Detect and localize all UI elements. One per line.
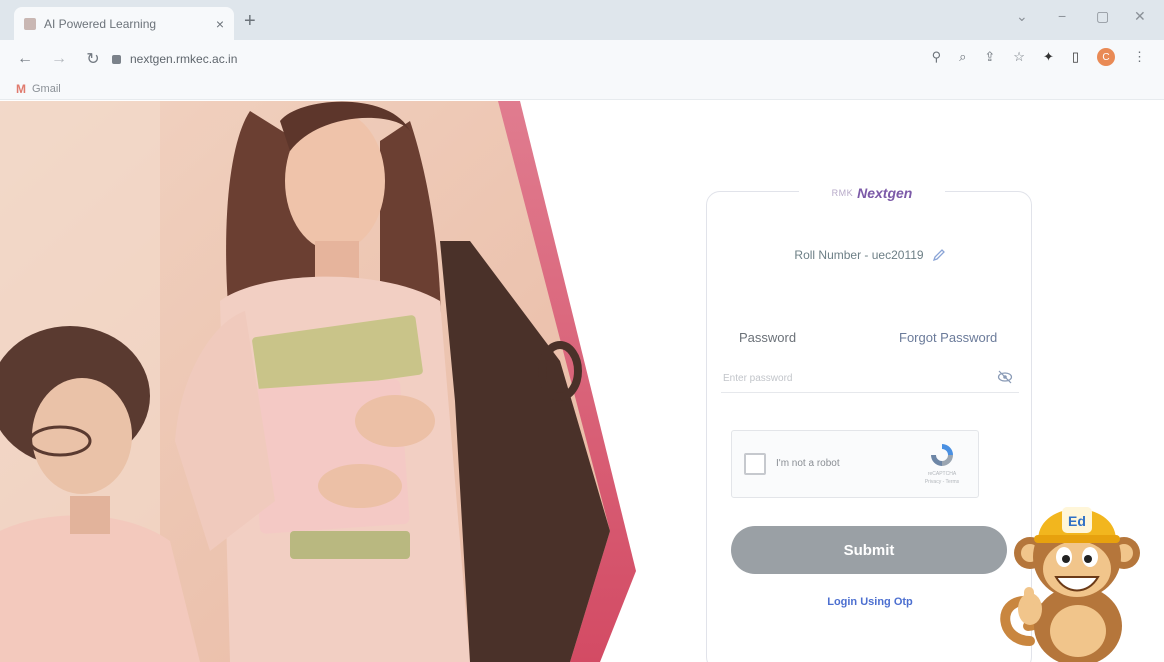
maximize-icon[interactable]: ▢ [1096,8,1109,25]
forward-arrow-icon[interactable]: → [50,50,68,68]
brand-prefix: RMK [831,188,854,198]
submit-button[interactable]: Submit [731,526,1007,574]
toolbar-actions: ⚲ ⌕ ⇪ ☆ ✦ ▯ C ⋮ [932,48,1146,66]
roll-number-row: Roll Number - uec20119 [707,248,1033,262]
bookmarks-bar: M Gmail [0,78,1164,100]
password-input[interactable] [721,365,1019,393]
recaptcha-widget: I'm not a robot reCAPTCHA Privacy - Term… [731,430,979,498]
page-content: RMK Nextgen Roll Number - uec20119 Passw… [0,101,1164,662]
roll-number-text: Roll Number - uec20119 [794,248,924,262]
star-icon[interactable]: ☆ [1013,49,1025,65]
recaptcha-logo-icon [931,444,953,466]
sidebar-icon[interactable]: ▯ [1072,49,1079,65]
recaptcha-label: I'm not a robot [776,458,840,469]
share-icon[interactable]: ⇪ [984,49,995,65]
recaptcha-terms[interactable]: Privacy - Terms [918,479,966,485]
forgot-password-link[interactable]: Forgot Password [899,330,997,345]
extensions-icon[interactable]: ✦ [1043,49,1054,65]
zoom-icon[interactable]: ⚲ [932,49,942,65]
bookmark-gmail[interactable]: Gmail [32,83,61,95]
reload-icon[interactable]: ↻ [84,49,102,69]
back-arrow-icon[interactable]: ← [16,50,34,68]
minimize-icon[interactable]: − [1058,8,1066,24]
profile-avatar[interactable]: C [1097,48,1115,66]
tab-search-icon[interactable]: ⌄ [1016,8,1028,25]
search-icon[interactable]: ⌕ [959,49,966,65]
browser-tabstrip: AI Powered Learning × + ⌄ − ▢ ✕ [0,0,1164,40]
browser-toolbar: ← → ↻ nextgen.rmkec.ac.in ⚲ ⌕ ⇪ ☆ ✦ ▯ C … [0,40,1164,78]
hero-image [0,101,636,662]
brand-logo: RMK Nextgen [799,180,945,206]
mascot-badge: Ed [1068,513,1086,529]
gmail-icon: M [16,81,26,96]
menu-icon[interactable]: ⋮ [1133,49,1146,65]
browser-tab[interactable]: AI Powered Learning × [14,7,234,40]
tab-close-icon[interactable]: × [216,16,224,32]
monkey-mascot[interactable]: Ed [1000,491,1150,662]
login-otp-link[interactable]: Login Using Otp [707,596,1033,608]
brand-name: Nextgen [857,185,913,201]
new-tab-icon[interactable]: + [244,10,256,33]
recaptcha-checkbox[interactable] [744,453,766,475]
favicon-icon [24,17,36,30]
login-card: RMK Nextgen Roll Number - uec20119 Passw… [706,180,1033,662]
tab-title: AI Powered Learning [44,16,157,31]
eye-slash-icon[interactable] [997,370,1013,384]
address-bar[interactable]: nextgen.rmkec.ac.in [112,46,237,72]
close-window-icon[interactable]: ✕ [1134,8,1146,25]
lock-icon[interactable] [112,54,121,64]
password-label: Password [739,330,797,345]
edit-pencil-icon[interactable] [932,248,946,262]
url-text: nextgen.rmkec.ac.in [130,52,238,66]
recaptcha-brand: reCAPTCHA [927,471,957,477]
